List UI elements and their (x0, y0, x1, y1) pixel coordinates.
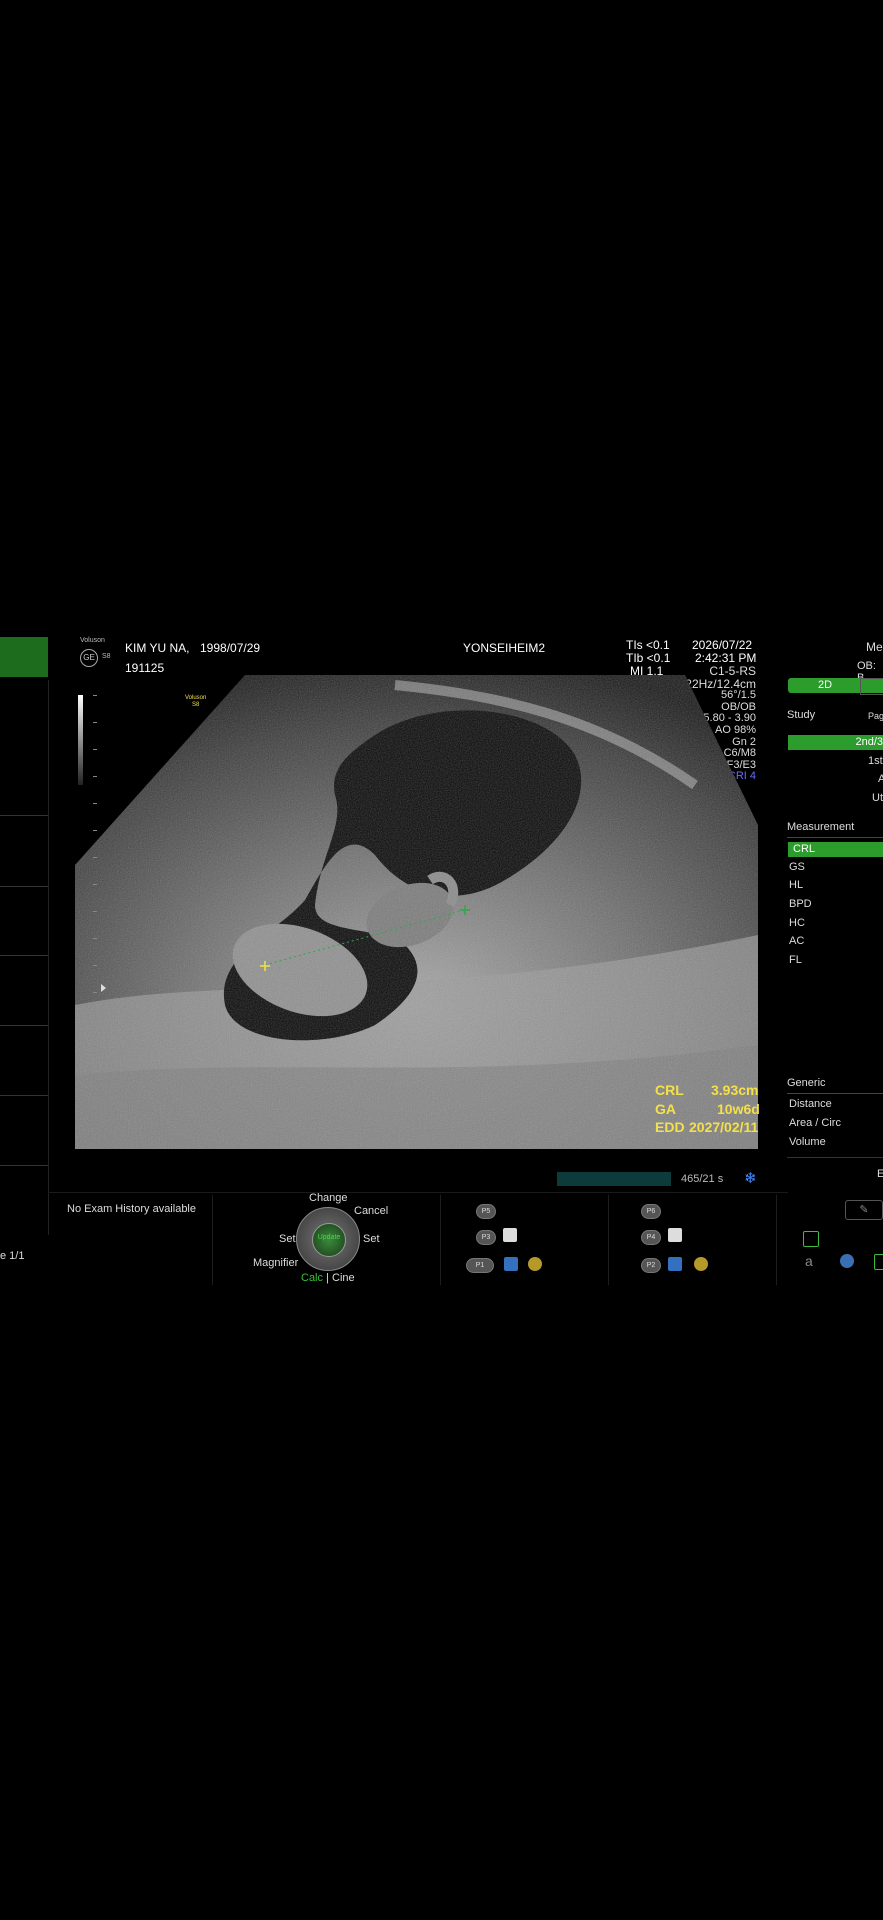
exam-time: 2:42:31 PM (695, 651, 757, 665)
ga-value: 10w6d (717, 1101, 760, 1117)
left-panel-divider (0, 1165, 48, 1166)
study-item-ut[interactable]: Ut (872, 792, 883, 804)
trackball-center[interactable]: Update (312, 1223, 346, 1257)
page-indicator: e 1/1 (0, 1250, 25, 1262)
tib-value: TIb <0.1 (626, 651, 671, 665)
grayscale-bar (78, 695, 83, 785)
calc-label[interactable]: Calc (301, 1272, 323, 1284)
bottom-separator (212, 1195, 213, 1285)
arrows-icon[interactable] (874, 1254, 883, 1270)
measurement-item-gs[interactable]: GS (789, 861, 805, 873)
logo-brand: Voluson (80, 637, 105, 644)
ultrasound-image[interactable] (75, 675, 758, 1149)
export-icon[interactable] (528, 1257, 542, 1271)
tis-value: TIs <0.1 (626, 638, 670, 652)
measurement-item-ac[interactable]: AC (789, 935, 804, 947)
generic-label: Generic (787, 1077, 826, 1089)
cancel-label[interactable]: Cancel (354, 1205, 388, 1217)
measurement-label: Measurement (787, 821, 855, 833)
generic-bottom-divider (787, 1157, 883, 1158)
print-icon[interactable] (503, 1228, 517, 1242)
exam-date: 2026/07/22 (692, 638, 753, 652)
left-panel-divider (0, 815, 48, 816)
p2-button[interactable]: P2 (641, 1258, 661, 1273)
measurement-item-hc[interactable]: HC (789, 917, 805, 929)
edit-button[interactable]: ✎ (845, 1200, 883, 1220)
cine-frames: 465/21 s (681, 1173, 724, 1185)
generic-item-area-circ[interactable]: Area / Circ (789, 1117, 841, 1129)
edd-value: 2027/02/11 (689, 1119, 759, 1135)
p1-button[interactable]: P1 (466, 1258, 494, 1273)
ga-label: GA (655, 1101, 676, 1117)
mode-button-2[interactable] (860, 678, 883, 695)
exam-history-text: No Exam History available (67, 1203, 196, 1215)
left-panel (0, 680, 49, 1235)
depth-ruler (93, 695, 99, 1135)
toggle-separator: | (326, 1272, 329, 1284)
generic-item-volume[interactable]: Volume (789, 1136, 826, 1148)
ge-logo-icon: GE (80, 649, 98, 667)
measurement-item-fl[interactable]: FL (789, 954, 802, 966)
thumb-label: Voluson (185, 695, 207, 701)
trackball-control[interactable]: Update (296, 1207, 360, 1271)
calc-cine-toggle[interactable]: Calc | Cine (301, 1272, 355, 1284)
change-label[interactable]: Change (309, 1192, 348, 1204)
page-label: Pag (868, 711, 883, 721)
study-item-a[interactable]: A (878, 773, 883, 785)
patient-name: KIM YU NA, (125, 641, 190, 655)
p3-button[interactable]: P3 (476, 1230, 496, 1245)
trackball-label: Update (317, 1234, 341, 1241)
generic-item-distance[interactable]: Distance (789, 1098, 832, 1110)
user-icon[interactable] (840, 1254, 854, 1268)
freeze-icon[interactable]: ❄ (744, 1169, 757, 1187)
measurement-list-divider (787, 837, 883, 838)
institution-name: YONSEIHEIM2 (463, 641, 546, 655)
crl-label: CRL (655, 1082, 684, 1098)
measurement-item-crl[interactable]: CRL (788, 842, 883, 857)
voluson-logo: Voluson GE S8 (78, 637, 118, 667)
print-color-icon[interactable] (668, 1228, 682, 1242)
bottom-divider (48, 1192, 788, 1193)
edd-label: EDD (655, 1119, 685, 1135)
magnifier-label[interactable]: Magnifier (253, 1257, 298, 1269)
left-panel-divider (0, 886, 48, 887)
export-2-icon[interactable] (694, 1257, 708, 1271)
left-panel-active-tab[interactable] (0, 637, 48, 677)
p4-button[interactable]: P4 (641, 1230, 661, 1245)
text-annotation-icon[interactable]: a (805, 1253, 813, 1269)
measurement-item-bpd[interactable]: BPD (789, 898, 812, 910)
set-right-label[interactable]: Set (363, 1233, 380, 1245)
patient-id: 191125 (125, 661, 165, 675)
crl-value: 3.93cm (711, 1082, 759, 1098)
bottom-separator (776, 1195, 777, 1285)
monitor-icon[interactable] (803, 1231, 819, 1247)
thumb-preset-label: Voluson S8 (185, 695, 206, 709)
study-label: Study (787, 709, 816, 721)
p5-button[interactable]: P5 (476, 1204, 496, 1219)
study-selected-item[interactable]: 2nd/3 (788, 735, 883, 750)
right-panel-title: Me (866, 640, 883, 654)
measurement-item-hl[interactable]: HL (789, 879, 803, 891)
generic-divider (787, 1093, 883, 1094)
focus-marker-icon[interactable] (101, 984, 106, 992)
left-panel-divider (0, 1025, 48, 1026)
left-panel-divider (0, 955, 48, 956)
save-2-icon[interactable] (668, 1257, 682, 1271)
bottom-separator (608, 1195, 609, 1285)
p6-button[interactable]: P6 (641, 1204, 661, 1219)
right-panel-bottom-label: E (877, 1168, 883, 1180)
thumb-model: S8 (192, 702, 200, 708)
logo-model: S8 (102, 653, 111, 660)
set-left-label[interactable]: Set (279, 1233, 296, 1245)
bottom-separator (440, 1195, 441, 1285)
cine-progress-bar[interactable] (557, 1172, 671, 1186)
save-icon[interactable] (504, 1257, 518, 1271)
left-panel-divider (0, 1095, 48, 1096)
cine-label[interactable]: Cine (332, 1272, 355, 1284)
patient-dob: 1998/07/29 (200, 641, 261, 655)
study-item-1st[interactable]: 1st (868, 755, 883, 767)
